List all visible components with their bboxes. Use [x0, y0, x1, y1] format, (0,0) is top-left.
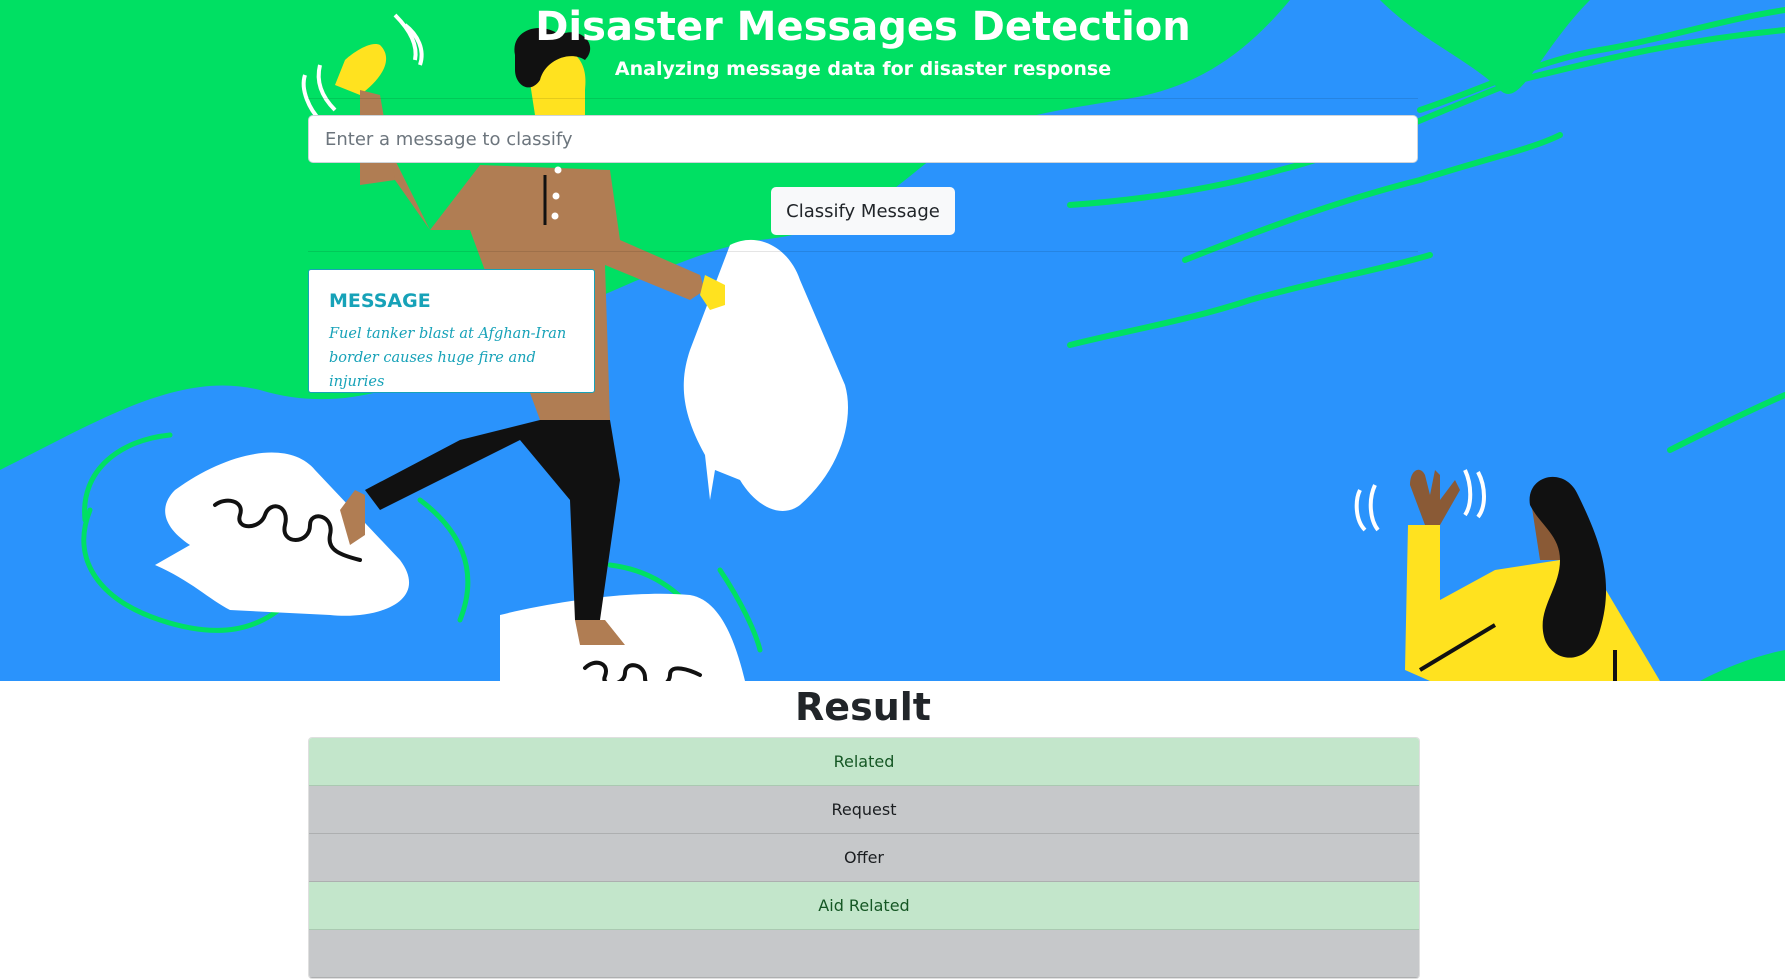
page-subtitle: Analyzing message data for disaster resp… — [614, 58, 1112, 80]
hero-banner: Disaster Messages Detection Analyzing me… — [0, 0, 1785, 681]
result-item-offer: Offer — [309, 834, 1419, 882]
result-item-partial — [309, 930, 1419, 978]
result-item-request: Request — [309, 786, 1419, 834]
message-card: MESSAGE Fuel tanker blast at Afghan-Iran… — [308, 269, 595, 393]
message-card-heading: MESSAGE — [329, 290, 431, 312]
result-list: Related Request Offer Aid Related — [308, 737, 1420, 979]
message-card-text: Fuel tanker blast at Afghan-Iran border … — [329, 326, 567, 390]
hero-content: Disaster Messages Detection Analyzing me… — [308, 0, 1418, 681]
classify-message-button[interactable]: Classify Message — [771, 187, 955, 235]
divider — [308, 251, 1418, 252]
result-item-related: Related — [309, 738, 1419, 786]
message-input[interactable] — [308, 115, 1418, 163]
result-item-aid-related: Aid Related — [309, 882, 1419, 930]
page-title: Disaster Messages Detection — [535, 4, 1191, 50]
result-heading: Result — [795, 685, 931, 729]
divider — [308, 98, 1418, 99]
